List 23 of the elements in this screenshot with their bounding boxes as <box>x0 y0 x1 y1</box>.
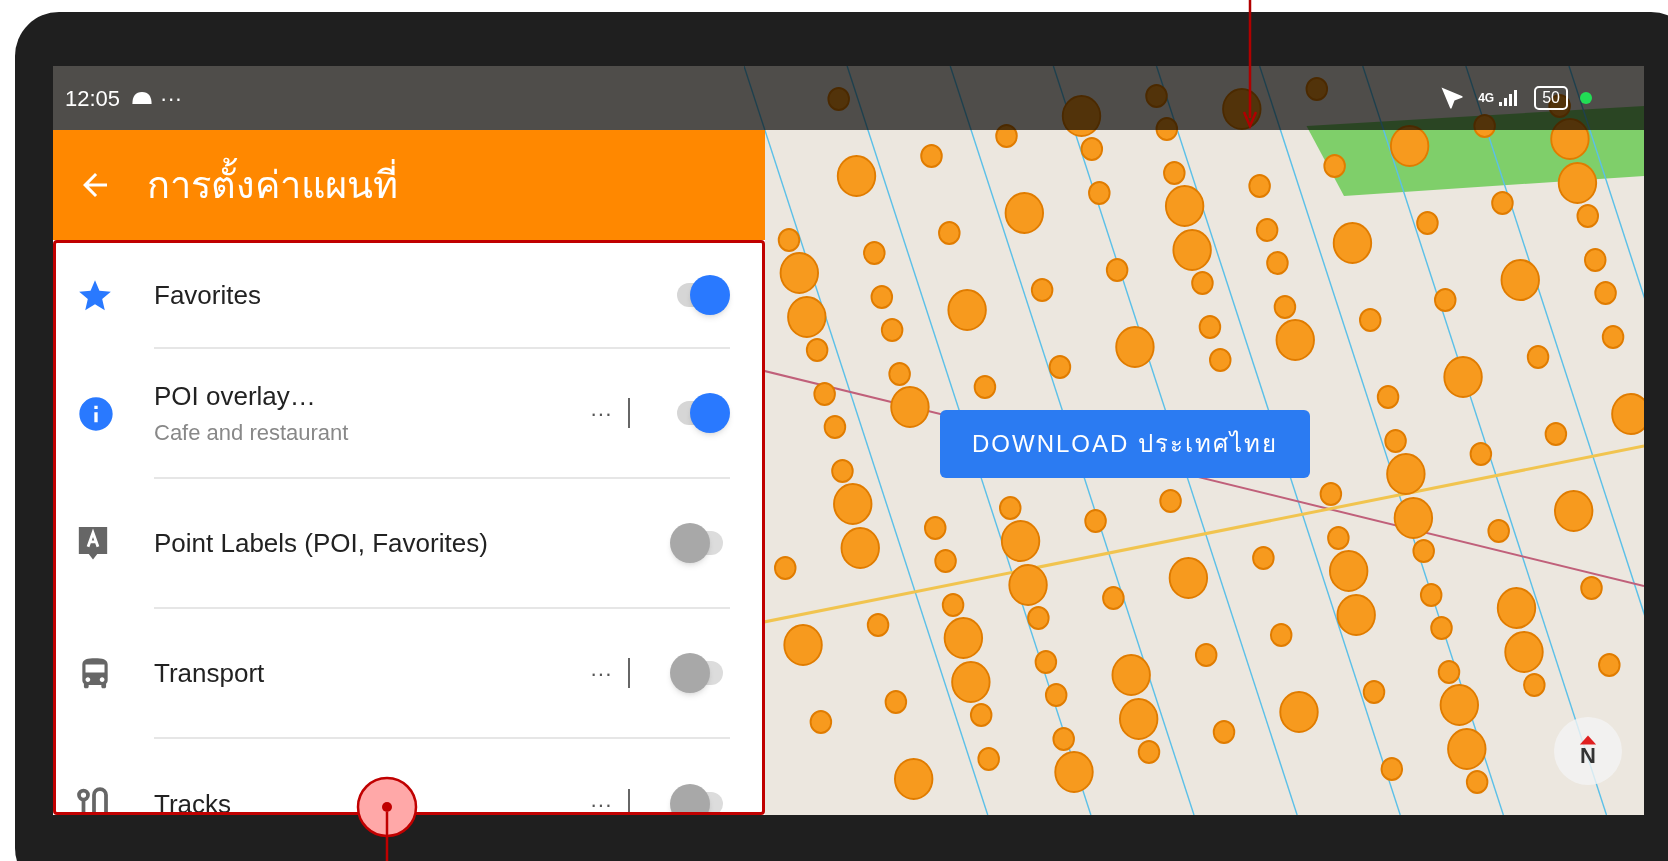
row-label: Tracks <box>154 787 233 812</box>
settings-row[interactable]: Transport ··· <box>56 609 762 739</box>
battery-indicator: 50 <box>1534 86 1568 110</box>
notification-icon <box>130 89 155 107</box>
more-options-button[interactable]: ··· <box>582 396 620 430</box>
clock-time: 12:05 <box>65 84 121 113</box>
settings-row[interactable]: POI overlay… Cafe and restaurant ··· <box>56 349 762 479</box>
settings-row[interactable]: Favorites <box>56 243 762 349</box>
north-label: N <box>1580 745 1596 767</box>
row-subtitle: Cafe and restaurant <box>154 419 350 447</box>
compass-needle-icon <box>1579 735 1597 745</box>
row-label: Point Labels (POI, Favorites) <box>154 526 489 560</box>
more-notifications: ··· <box>160 84 183 113</box>
more-options-button[interactable]: ··· <box>582 787 620 812</box>
panel-title: การตั้งค่าแผนที่ <box>147 156 398 214</box>
row-label: Transport <box>154 656 266 690</box>
settings-row[interactable]: Point Labels (POI, Favorites) <box>56 479 762 609</box>
row-label: POI overlay… <box>154 380 317 413</box>
info-icon <box>76 394 116 434</box>
more-options-button[interactable]: ··· <box>582 656 620 690</box>
row-label: Favorites <box>154 278 262 312</box>
network-type: 4G <box>1478 90 1495 107</box>
download-button[interactable]: DOWNLOAD ประเทศไทย <box>940 410 1310 478</box>
